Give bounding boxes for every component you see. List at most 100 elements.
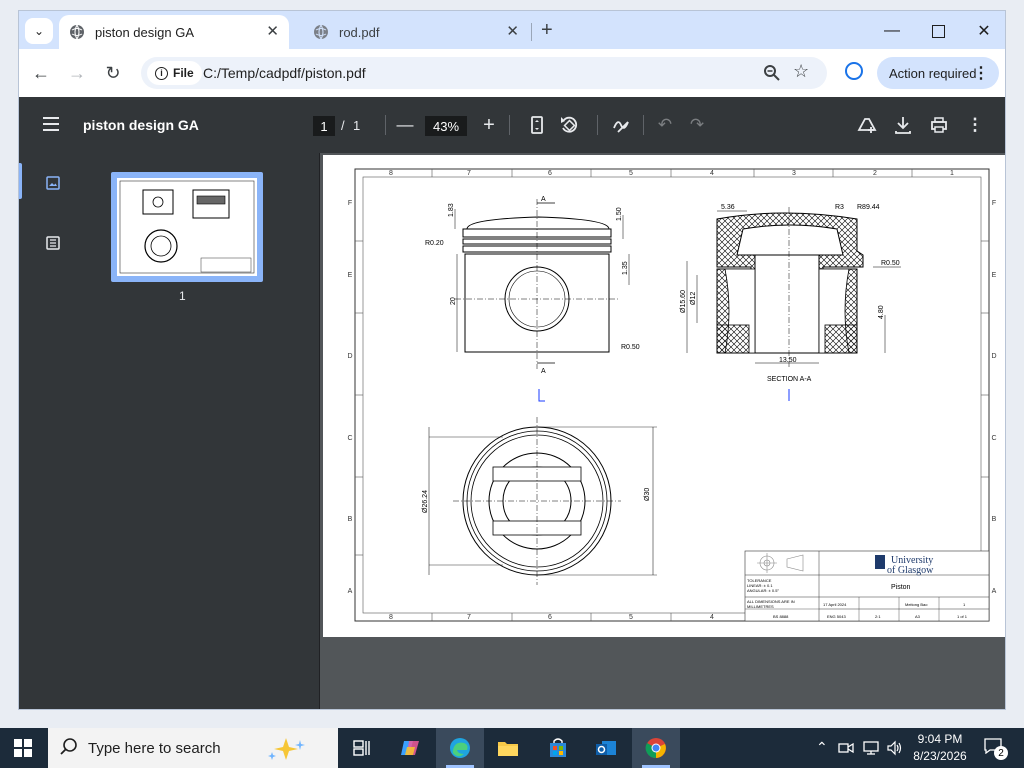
section-label: SECTION A-A xyxy=(767,376,812,383)
row-label: E xyxy=(992,272,997,279)
info-icon: i xyxy=(155,66,168,80)
download-icon[interactable] xyxy=(891,113,915,137)
bookmark-star-icon[interactable]: ☆ xyxy=(793,61,809,82)
tb-text: ANGULAR: ± 0.5° xyxy=(747,588,779,593)
close-window-button[interactable]: ✕ xyxy=(961,17,1005,45)
row-label: B xyxy=(992,516,997,523)
thumbnail-drawing xyxy=(119,180,255,274)
notification-center[interactable]: 2 xyxy=(984,738,1008,760)
action-required-label: Action required xyxy=(889,65,977,81)
edge-app[interactable] xyxy=(436,728,484,768)
col-label: 8 xyxy=(389,614,393,621)
task-view-button[interactable] xyxy=(338,728,386,768)
tab-rod-pdf[interactable]: rod.pdf ✕ xyxy=(303,15,529,49)
volume-icon[interactable] xyxy=(886,740,904,756)
tb-text: Meitong Bao xyxy=(905,602,928,607)
menu-icon[interactable] xyxy=(43,117,59,131)
tb-text: BS 8888 xyxy=(773,614,789,619)
thumbnail-page xyxy=(117,178,257,276)
drive-add-icon[interactable] xyxy=(855,113,879,137)
site-info-chip[interactable]: i File xyxy=(147,61,202,85)
reload-button[interactable]: ↻ xyxy=(101,61,125,85)
more-menu-icon[interactable]: ⋮ xyxy=(973,63,989,83)
dim-text: R3 xyxy=(835,204,844,211)
zoom-in-button[interactable]: + xyxy=(477,113,501,137)
globe-icon xyxy=(314,24,328,40)
taskbar-search[interactable]: Type here to search xyxy=(48,728,338,768)
minimize-button[interactable]: — xyxy=(869,17,915,45)
chrome-icon xyxy=(645,738,666,759)
dim-text: R0.20 xyxy=(425,240,444,247)
print-icon[interactable] xyxy=(927,113,951,137)
undo-icon[interactable]: ↶ xyxy=(653,113,677,137)
tab-piston-design[interactable]: piston design GA ✕ xyxy=(59,15,289,49)
url-text[interactable]: C:/Temp/cadpdf/piston.pdf xyxy=(203,65,366,81)
top-view xyxy=(428,417,657,585)
chrome-app[interactable] xyxy=(632,728,680,768)
pdf-page: 8 7 6 5 4 3 2 1 8 7 6 5 4 3 2 1 xyxy=(323,155,1005,637)
clock-date: 8/23/2026 xyxy=(913,749,967,763)
back-button[interactable]: ← xyxy=(29,61,53,85)
meet-icon[interactable] xyxy=(838,740,854,756)
address-bar[interactable]: i File C:/Temp/cadpdf/piston.pdf ☆ xyxy=(141,57,827,89)
fit-page-icon[interactable] xyxy=(525,113,549,137)
university-crest xyxy=(875,555,885,569)
profile-icon[interactable] xyxy=(845,62,863,80)
file-explorer-app[interactable] xyxy=(484,728,532,768)
pdf-more-icon[interactable]: ⋮ xyxy=(963,113,987,137)
dim-text: 4.80 xyxy=(878,305,885,319)
tab-separator xyxy=(531,23,532,41)
toolbar-divider xyxy=(597,115,598,135)
outlook-app[interactable] xyxy=(582,728,630,768)
notification-badge: 2 xyxy=(994,746,1008,760)
page-thumbnail[interactable] xyxy=(111,172,263,282)
system-clock[interactable]: 9:04 PM 8/23/2026 xyxy=(910,731,970,765)
tb-text: ENG 5043 xyxy=(827,614,846,619)
tab-search-button[interactable]: ⌄ xyxy=(25,18,53,44)
col-label: 6 xyxy=(548,614,552,621)
action-required-button[interactable]: Action required ⋮ xyxy=(877,57,999,89)
page-total: 1 xyxy=(353,118,361,133)
col-label: 7 xyxy=(467,614,471,621)
zoom-out-button[interactable]: — xyxy=(393,113,417,137)
copilot-icon xyxy=(401,741,419,755)
forward-button[interactable]: → xyxy=(65,61,89,85)
col-label: 5 xyxy=(629,170,633,177)
zoom-input[interactable]: 43% xyxy=(425,116,467,136)
search-placeholder: Type here to search xyxy=(88,740,221,757)
close-tab-icon[interactable]: ✕ xyxy=(266,22,279,40)
annotate-pen-icon[interactable] xyxy=(609,113,633,137)
store-app[interactable] xyxy=(534,728,582,768)
tab-bar: ⌄ piston design GA ✕ rod.pdf ✕ + — ✕ xyxy=(19,11,1005,49)
redo-icon[interactable]: ↷ xyxy=(685,113,709,137)
university-name: of Glasgow xyxy=(887,565,934,576)
windows-start-icon[interactable] xyxy=(14,739,32,757)
pdf-viewer[interactable]: 8 7 6 5 4 3 2 1 8 7 6 5 4 3 2 1 xyxy=(320,153,1005,709)
dim-text: R0.50 xyxy=(621,344,640,351)
toolbar-divider xyxy=(643,115,644,135)
dim-text: 20 xyxy=(450,297,457,305)
new-tab-button[interactable]: + xyxy=(541,19,553,42)
thumbnails-icon[interactable] xyxy=(45,175,61,191)
dim-text: 5.36 xyxy=(721,204,735,211)
col-label: 6 xyxy=(548,170,552,177)
drawing-border xyxy=(362,176,982,614)
tray-chevron-icon[interactable]: ⌃ xyxy=(816,739,828,756)
dim-text: R0.50 xyxy=(881,260,900,267)
title-block: University of Glasgow Piston TOLERANCE L… xyxy=(744,550,990,622)
page-number-input[interactable]: 1 xyxy=(313,116,335,136)
globe-icon xyxy=(70,24,84,40)
close-tab-icon[interactable]: ✕ xyxy=(506,22,519,40)
browser-toolbar: ← → ↻ i File C:/Temp/cadpdf/piston.pdf ☆… xyxy=(19,49,1005,97)
rotate-icon[interactable] xyxy=(557,113,581,137)
network-icon[interactable] xyxy=(862,740,880,756)
copilot-sparkle-icon xyxy=(268,738,305,760)
copilot-app[interactable] xyxy=(386,728,434,768)
row-label: D xyxy=(991,353,996,360)
col-label: 5 xyxy=(629,614,633,621)
row-label: B xyxy=(348,516,353,523)
outline-icon[interactable] xyxy=(45,235,61,251)
maximize-button[interactable] xyxy=(915,17,961,45)
tab-label: piston design GA xyxy=(95,24,195,40)
zoom-icon[interactable] xyxy=(763,64,781,82)
